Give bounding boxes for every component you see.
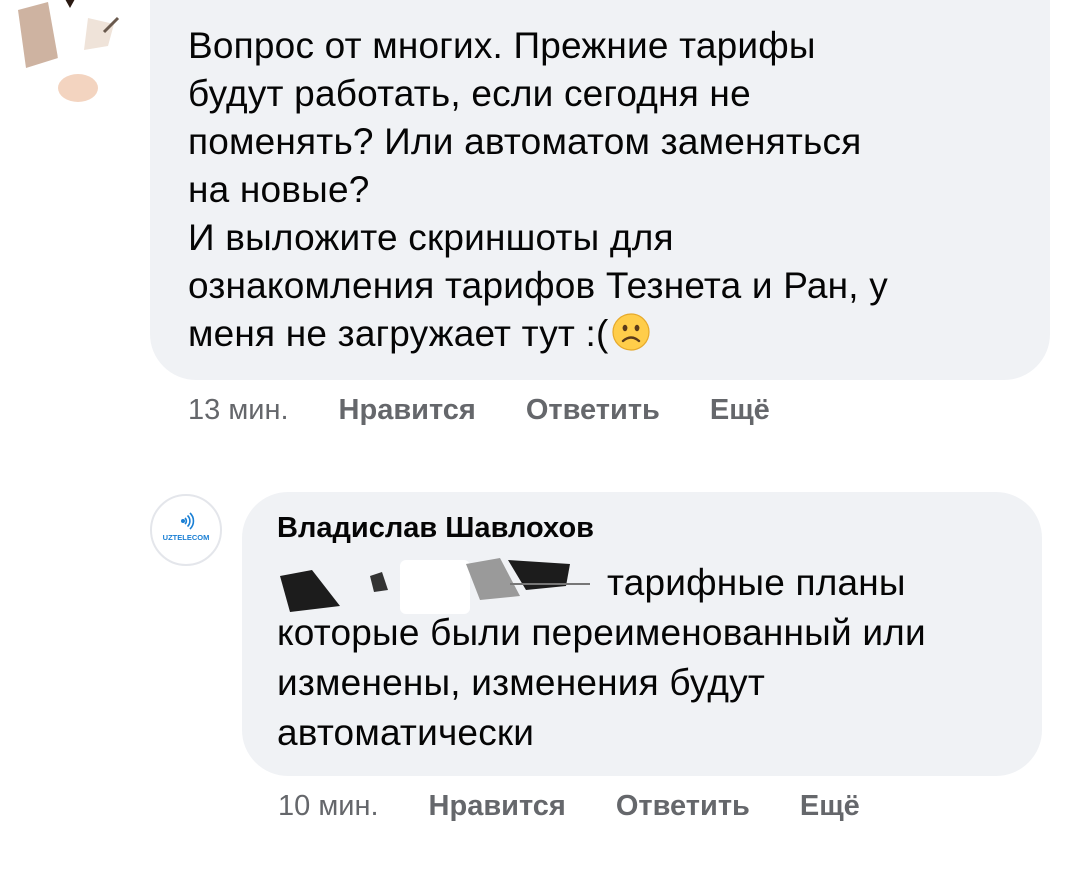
more-button[interactable]: Ещё: [800, 790, 860, 823]
redacted-mention: [276, 558, 592, 614]
sad-face-emoji-icon: [611, 313, 650, 351]
reply-button[interactable]: Ответить: [616, 790, 750, 823]
author-avatar[interactable]: UZTELECOM: [150, 494, 222, 566]
comment-timestamp: 13 мин.: [188, 394, 289, 426]
comment-actions: 13 мин. Нравится Ответить Ещё: [188, 394, 820, 427]
more-button[interactable]: Ещё: [710, 394, 770, 427]
like-button[interactable]: Нравится: [339, 394, 476, 427]
uztelecom-logo-icon: UZTELECOM: [163, 512, 210, 542]
logo-text: UZTELECOM: [163, 533, 210, 542]
like-button[interactable]: Нравится: [429, 790, 566, 823]
comment-text: Вопрос от многих. Прежние тарифы будут р…: [188, 25, 888, 354]
reply-button[interactable]: Ответить: [526, 394, 660, 427]
reply-actions: 10 мин. Нравится Ответить Ещё: [278, 790, 910, 823]
reply-timestamp: 10 мин.: [278, 790, 379, 822]
user-avatar-redacted[interactable]: [18, 0, 122, 110]
author-name[interactable]: Владислав Шавлохов: [277, 512, 594, 545]
